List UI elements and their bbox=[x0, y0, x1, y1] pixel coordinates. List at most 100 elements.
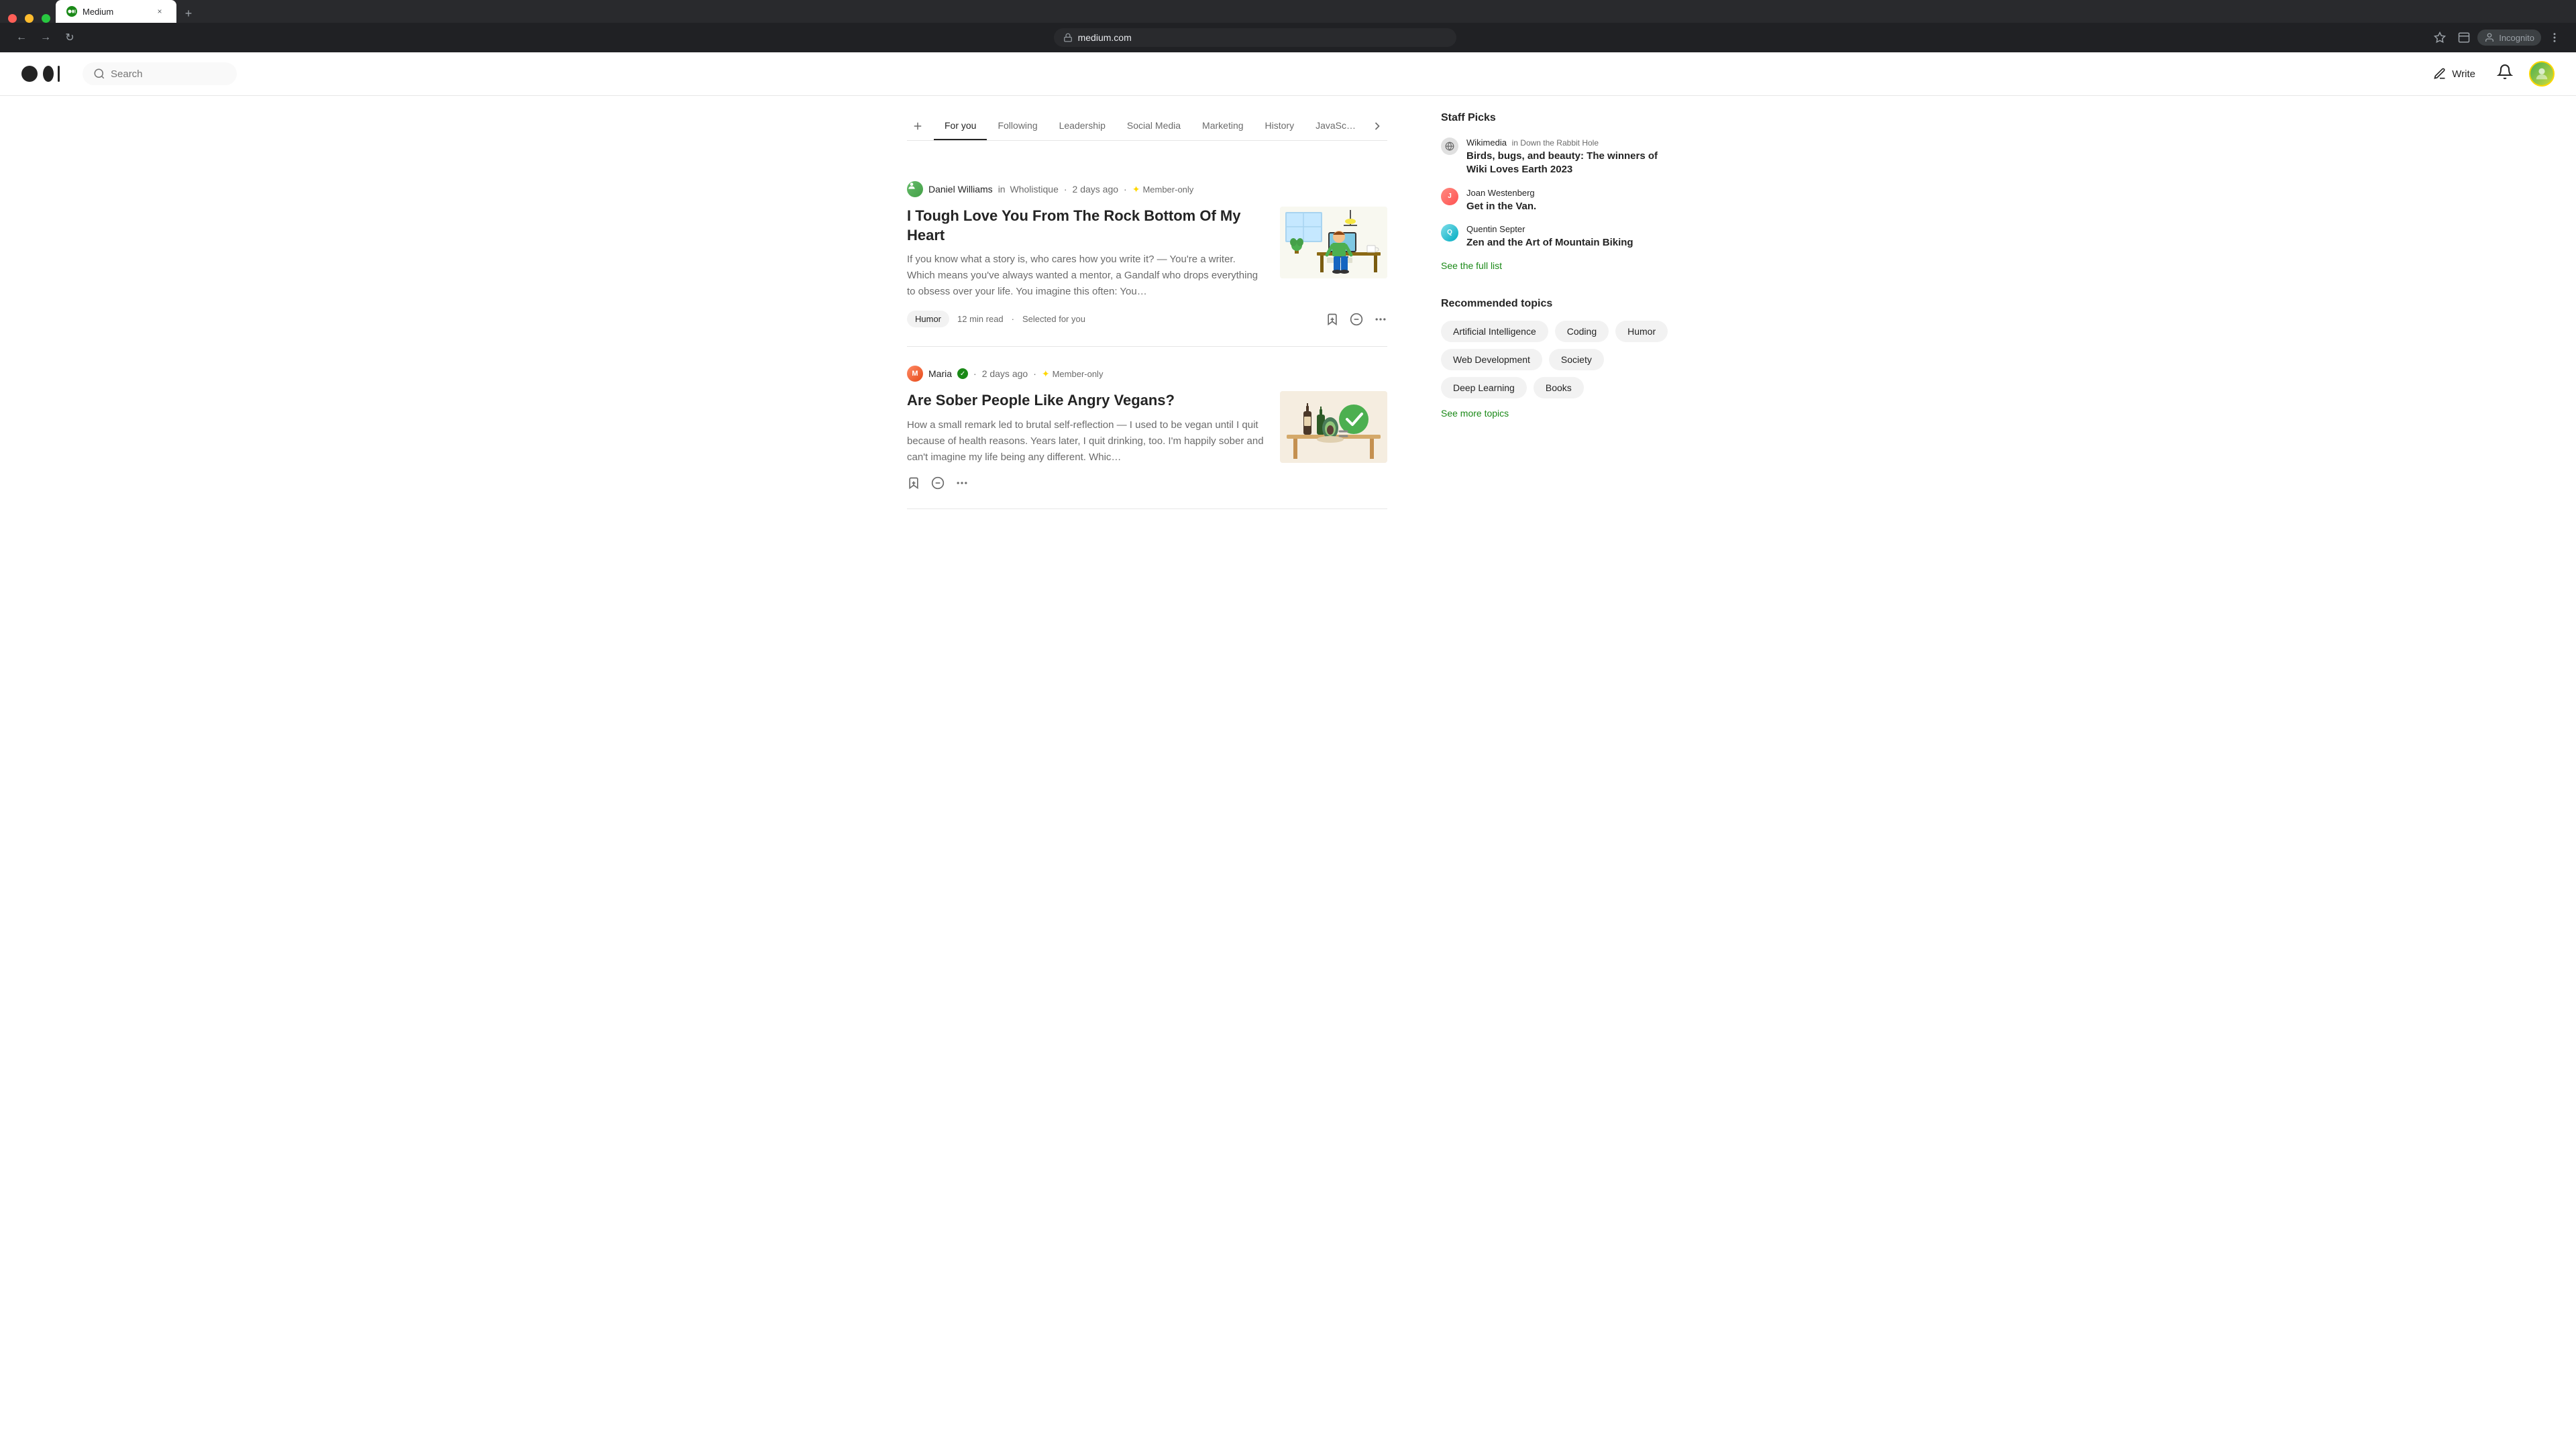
forward-button[interactable]: → bbox=[35, 27, 56, 48]
article-1-publication-name[interactable]: Wholistique bbox=[1010, 184, 1058, 195]
recommended-topics-title: Recommended topics bbox=[1441, 298, 1669, 310]
article-1-meta: Daniel Williams in Wholistique · 2 days … bbox=[907, 181, 1387, 197]
search-placeholder-text: Search bbox=[111, 68, 143, 80]
see-full-list-link[interactable]: See the full list bbox=[1441, 260, 1669, 271]
add-tab-button[interactable] bbox=[907, 115, 928, 137]
topic-humor[interactable]: Humor bbox=[1615, 321, 1668, 342]
article-2-member-badge: ✦ Member-only bbox=[1042, 368, 1104, 380]
hide-article-1-button[interactable] bbox=[1350, 313, 1363, 326]
tab-favicon bbox=[66, 6, 77, 17]
tab-leadership[interactable]: Leadership bbox=[1049, 112, 1116, 140]
member-star-icon: ✦ bbox=[1132, 184, 1140, 195]
recommended-topics-section: Recommended topics Artificial Intelligen… bbox=[1441, 298, 1669, 419]
tab-following[interactable]: Following bbox=[987, 112, 1048, 140]
medium-app: Search Write bbox=[0, 52, 2576, 1421]
write-button[interactable]: Write bbox=[2428, 62, 2481, 86]
address-bar: ← → ↻ medium.com Incognito bbox=[0, 23, 2576, 52]
edit-icon bbox=[2433, 67, 2447, 80]
header-search[interactable]: Search bbox=[83, 62, 237, 85]
tab-marketing-label: Marketing bbox=[1202, 120, 1243, 131]
search-icon bbox=[93, 68, 105, 80]
article-2-verified-icon: ✓ bbox=[957, 368, 968, 379]
see-more-topics-link[interactable]: See more topics bbox=[1441, 408, 1669, 419]
topic-web-dev[interactable]: Web Development bbox=[1441, 349, 1542, 370]
topic-deep-learning[interactable]: Deep Learning bbox=[1441, 377, 1527, 398]
article-1-content: I Tough Love You From The Rock Bottom Of… bbox=[907, 207, 1387, 300]
lock-icon bbox=[1063, 33, 1073, 42]
tab-following-label: Following bbox=[998, 120, 1037, 131]
staff-pick-3-author: Quentin Septer bbox=[1466, 224, 1633, 234]
article-1-illustration bbox=[1280, 207, 1387, 278]
more-tabs-button[interactable] bbox=[1366, 115, 1387, 137]
article-1-author-avatar bbox=[907, 181, 923, 197]
article-1-member-badge: ✦ Member-only bbox=[1132, 184, 1194, 195]
staff-pick-1[interactable]: Wikimedia in Down the Rabbit Hole Birds,… bbox=[1441, 138, 1669, 177]
more-article-2-button[interactable] bbox=[955, 476, 969, 490]
staff-picks-section: Staff Picks Wikimedia in Down the Rabbit… bbox=[1441, 112, 1669, 271]
article-1-thumbnail[interactable] bbox=[1280, 207, 1387, 278]
topics-grid: Artificial Intelligence Coding Humor Web… bbox=[1441, 321, 1669, 398]
staff-pick-1-title: Birds, bugs, and beauty: The winners of … bbox=[1466, 150, 1669, 177]
tab-close-button[interactable]: × bbox=[154, 5, 166, 17]
tab-javascript[interactable]: JavaSc… bbox=[1305, 112, 1366, 140]
tab-history[interactable]: History bbox=[1254, 112, 1305, 140]
feed-column: For you Following Leadership Social Medi… bbox=[907, 112, 1387, 509]
incognito-badge: Incognito bbox=[2477, 30, 2541, 46]
staff-pick-3-info: Quentin Septer Zen and the Art of Mounta… bbox=[1466, 224, 1633, 250]
article-2-content: Are Sober People Like Angry Vegans? How … bbox=[907, 391, 1387, 466]
refresh-button[interactable]: ↻ bbox=[59, 27, 80, 48]
staff-pick-3-avatar: Q bbox=[1441, 224, 1458, 241]
topic-books[interactable]: Books bbox=[1534, 377, 1584, 398]
article-2-actions bbox=[907, 476, 969, 490]
tab-leadership-label: Leadership bbox=[1059, 120, 1106, 131]
tab-switcher-button[interactable] bbox=[2453, 27, 2475, 48]
topic-coding[interactable]: Coding bbox=[1555, 321, 1609, 342]
bookmark-button[interactable] bbox=[2429, 27, 2451, 48]
staff-pick-1-avatar bbox=[1441, 138, 1458, 155]
article-2-member-label: Member-only bbox=[1053, 369, 1104, 379]
hide-article-2-button[interactable] bbox=[931, 476, 945, 490]
header-actions: Write bbox=[2428, 61, 2555, 87]
tab-social-media[interactable]: Social Media bbox=[1116, 112, 1191, 140]
save-article-1-button[interactable] bbox=[1326, 313, 1339, 326]
more-button[interactable] bbox=[2544, 27, 2565, 48]
article-1-author-name[interactable]: Daniel Williams bbox=[928, 184, 993, 195]
article-1-tag[interactable]: Humor bbox=[907, 311, 949, 327]
close-window-button[interactable] bbox=[8, 14, 17, 23]
tab-for-you-label: For you bbox=[945, 120, 976, 131]
staff-pick-2[interactable]: J Joan Westenberg Get in the Van. bbox=[1441, 188, 1669, 213]
ellipsis-icon bbox=[1374, 313, 1387, 326]
topic-ai[interactable]: Artificial Intelligence bbox=[1441, 321, 1548, 342]
notification-button[interactable] bbox=[2497, 64, 2513, 84]
minimize-window-button[interactable] bbox=[25, 14, 34, 23]
article-2-thumbnail[interactable] bbox=[1280, 391, 1387, 463]
staff-pick-3[interactable]: Q Quentin Septer Zen and the Art of Moun… bbox=[1441, 224, 1669, 250]
maximize-window-button[interactable] bbox=[42, 14, 50, 23]
article-2-title[interactable]: Are Sober People Like Angry Vegans? bbox=[907, 391, 1264, 411]
more-article-1-button[interactable] bbox=[1374, 313, 1387, 326]
tab-bar: Medium × + bbox=[0, 0, 2576, 23]
staff-pick-1-publication: Down the Rabbit Hole bbox=[1520, 138, 1599, 148]
save-article-2-button[interactable] bbox=[907, 476, 920, 490]
article-1-title[interactable]: I Tough Love You From The Rock Bottom Of… bbox=[907, 207, 1264, 245]
url-bar[interactable]: medium.com bbox=[1054, 28, 1456, 47]
article-2-author-name[interactable]: Maria bbox=[928, 368, 952, 379]
tab-social-media-label: Social Media bbox=[1127, 120, 1181, 131]
new-tab-button[interactable]: + bbox=[179, 4, 198, 23]
tab-marketing[interactable]: Marketing bbox=[1191, 112, 1254, 140]
article-2-date: 2 days ago bbox=[982, 368, 1028, 379]
user-avatar-button[interactable] bbox=[2529, 61, 2555, 87]
medium-logo[interactable] bbox=[21, 60, 72, 87]
tab-for-you[interactable]: For you bbox=[934, 112, 987, 140]
back-button[interactable]: ← bbox=[11, 27, 32, 48]
tab-javascript-label: JavaSc… bbox=[1316, 120, 1356, 131]
article-2-meta: M Maria ✓ · 2 days ago · ✦ Member-only bbox=[907, 366, 1387, 382]
browser-tab-medium[interactable]: Medium × bbox=[56, 0, 176, 23]
main-layout: For you Following Leadership Social Medi… bbox=[885, 96, 1690, 525]
topic-society[interactable]: Society bbox=[1549, 349, 1604, 370]
url-text: medium.com bbox=[1078, 32, 1132, 43]
tab-history-label: History bbox=[1265, 120, 1295, 131]
article-card-2: M Maria ✓ · 2 days ago · ✦ Member-only A… bbox=[907, 347, 1387, 509]
article-2-author-avatar: M bbox=[907, 366, 923, 382]
bookmark-add-icon-2 bbox=[907, 476, 920, 490]
